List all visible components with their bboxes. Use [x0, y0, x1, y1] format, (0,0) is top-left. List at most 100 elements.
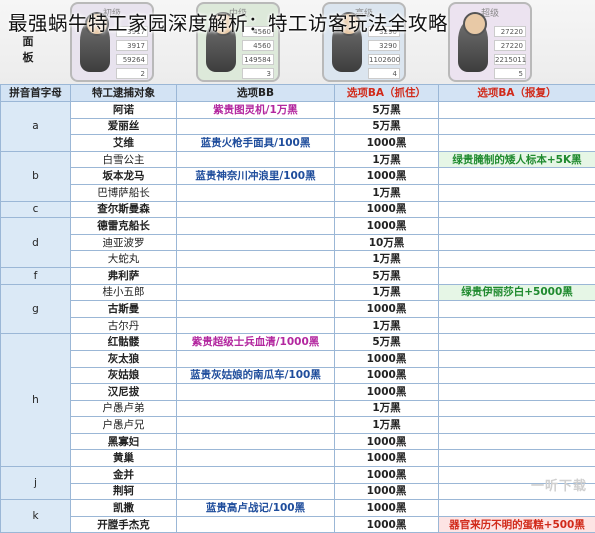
card-level: 超级 — [450, 6, 530, 19]
option-ba-catch-cell: 1万黑 — [335, 400, 439, 417]
pinyin-letter-cell: j — [1, 467, 71, 500]
option-ba-revenge-cell — [439, 500, 595, 517]
option-bb-cell — [177, 400, 335, 417]
option-bb-cell — [177, 516, 335, 533]
option-ba-revenge-cell — [439, 168, 595, 185]
option-ba-revenge-cell — [439, 367, 595, 384]
card-stat: 149584 — [242, 54, 274, 65]
option-bb-cell — [177, 251, 335, 268]
option-bb-cell: 蓝贵灰姑娘的南瓜车/100黑 — [177, 367, 335, 384]
option-ba-catch-cell: 1000黑 — [335, 450, 439, 467]
option-ba-catch-cell: 10万黑 — [335, 234, 439, 251]
table-row: 迪亚波罗10万黑 — [1, 234, 595, 251]
option-ba-catch-cell: 1000黑 — [335, 168, 439, 185]
option-ba-catch-cell: 1000黑 — [335, 384, 439, 401]
table-row: 开膛手杰克1000黑器官来历不明的蛋糕+500黑 — [1, 516, 595, 533]
option-ba-catch-cell: 5万黑 — [335, 102, 439, 119]
target-name-cell: 开膛手杰克 — [71, 516, 177, 533]
option-ba-catch-cell: 1万黑 — [335, 417, 439, 434]
pinyin-letter-cell: d — [1, 218, 71, 268]
option-ba-revenge-cell — [439, 317, 595, 334]
card-stat: 5 — [494, 68, 526, 79]
option-ba-catch-cell: 1000黑 — [335, 135, 439, 152]
table-row: a阿诺紫贵图灵机/1万黑5万黑 — [1, 102, 595, 119]
option-ba-catch-cell: 1000黑 — [335, 433, 439, 450]
option-ba-catch-cell: 1000黑 — [335, 367, 439, 384]
target-name-cell: 黑寡妇 — [71, 433, 177, 450]
table-body: a阿诺紫贵图灵机/1万黑5万黑爱丽丝5万黑艾维蓝贵火枪手面具/100黑1000黑… — [1, 102, 595, 533]
option-ba-revenge-cell — [439, 118, 595, 135]
card-stat: 59264 — [116, 54, 148, 65]
option-ba-revenge-cell — [439, 433, 595, 450]
header-option-ba-catch: 选项BA（抓住） — [335, 85, 439, 102]
pinyin-letter-cell: c — [1, 201, 71, 218]
option-bb-cell: 蓝贵神奈川冲浪里/100黑 — [177, 168, 335, 185]
table-row: c查尔斯曼森1000黑 — [1, 201, 595, 218]
option-bb-cell — [177, 384, 335, 401]
table-row: k凯撒蓝贵高卢战记/100黑1000黑 — [1, 500, 595, 517]
card-stat: 2 — [116, 68, 148, 79]
option-ba-catch-cell: 1000黑 — [335, 500, 439, 517]
card-stat: 27220 — [494, 26, 526, 37]
option-ba-revenge-cell — [439, 135, 595, 152]
table-row: 古尔丹 1万黑 — [1, 317, 595, 334]
target-name-cell: 灰姑娘 — [71, 367, 177, 384]
pinyin-letter-cell: g — [1, 284, 71, 334]
card-stat: 1102600 — [368, 54, 400, 65]
table-row: 汉尼拔 1000黑 — [1, 384, 595, 401]
option-ba-revenge-cell — [439, 334, 595, 351]
option-bb-cell — [177, 284, 335, 301]
card-super: 超级 27220 27220 2215011 5 — [448, 2, 532, 82]
table-row: 艾维蓝贵火枪手面具/100黑1000黑 — [1, 135, 595, 152]
option-ba-catch-cell: 1000黑 — [335, 350, 439, 367]
option-ba-revenge-cell — [439, 400, 595, 417]
option-bb-cell: 蓝贵高卢战记/100黑 — [177, 500, 335, 517]
table-header-row: 拼音首字母 特工逮捕对象 选项BB 选项BA（抓住） 选项BA（报复） — [1, 85, 595, 102]
option-ba-catch-cell: 1000黑 — [335, 218, 439, 235]
target-name-cell: 古尔丹 — [71, 317, 177, 334]
option-ba-revenge-cell — [439, 102, 595, 119]
option-bb-cell — [177, 234, 335, 251]
table-row: 黄巢 1000黑 — [1, 450, 595, 467]
option-ba-catch-cell: 1万黑 — [335, 284, 439, 301]
target-name-cell: 弗利萨 — [71, 267, 177, 284]
target-name-cell: 德雷克船长 — [71, 218, 177, 235]
target-name-cell: 艾维 — [71, 135, 177, 152]
panel-label: 面板 — [18, 34, 38, 66]
table-row: 黑寡妇 1000黑 — [1, 433, 595, 450]
option-bb-cell: 紫贵超级士兵血清/1000黑 — [177, 334, 335, 351]
table-row: b白雪公主1万黑绿贵腌制的矮人标本+5K黑 — [1, 151, 595, 168]
option-ba-catch-cell: 5万黑 — [335, 267, 439, 284]
target-name-cell: 白雪公主 — [71, 151, 177, 168]
option-ba-revenge-cell — [439, 301, 595, 318]
header-target: 特工逮捕对象 — [71, 85, 177, 102]
pinyin-letter-cell: f — [1, 267, 71, 284]
option-bb-cell: 蓝贵火枪手面具/100黑 — [177, 135, 335, 152]
option-bb-cell — [177, 350, 335, 367]
option-ba-revenge-cell — [439, 417, 595, 434]
target-name-cell: 古斯曼 — [71, 301, 177, 318]
target-name-cell: 大蛇丸 — [71, 251, 177, 268]
table-row: 荆轲1000黑 — [1, 483, 595, 500]
agent-visitor-table: 拼音首字母 特工逮捕对象 选项BB 选项BA（抓住） 选项BA（报复） a阿诺紫… — [0, 84, 595, 533]
target-name-cell: 汉尼拔 — [71, 384, 177, 401]
target-name-cell: 户愚卢兄 — [71, 417, 177, 434]
target-name-cell: 查尔斯曼森 — [71, 201, 177, 218]
agent-head — [463, 12, 487, 36]
option-ba-catch-cell: 1000黑 — [335, 467, 439, 484]
target-name-cell: 户愚卢弟 — [71, 400, 177, 417]
target-name-cell: 凯撒 — [71, 500, 177, 517]
target-name-cell: 灰太狼 — [71, 350, 177, 367]
option-bb-cell — [177, 267, 335, 284]
option-ba-revenge-cell — [439, 234, 595, 251]
option-ba-catch-cell: 1万黑 — [335, 317, 439, 334]
option-ba-catch-cell: 1万黑 — [335, 184, 439, 201]
option-ba-catch-cell: 1000黑 — [335, 301, 439, 318]
table-row: h红骷髅紫贵超级士兵血清/1000黑5万黑 — [1, 334, 595, 351]
target-name-cell: 红骷髅 — [71, 334, 177, 351]
table-row: 户愚卢弟 1万黑 — [1, 400, 595, 417]
table-row: 大蛇丸1万黑 — [1, 251, 595, 268]
option-ba-catch-cell: 1000黑 — [335, 483, 439, 500]
header-option-bb: 选项BB — [177, 85, 335, 102]
target-name-cell: 黄巢 — [71, 450, 177, 467]
